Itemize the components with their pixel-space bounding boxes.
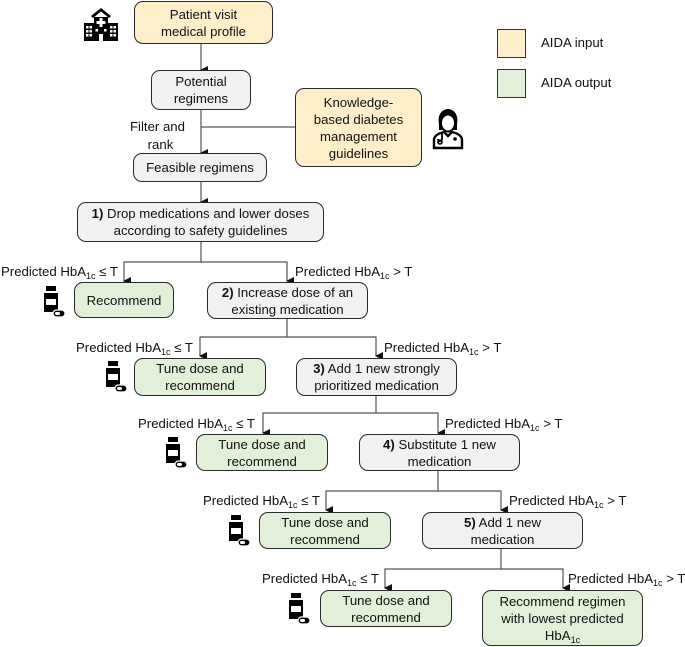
medication-bottle-icon	[166, 437, 187, 469]
medication-bottle-icon	[106, 361, 127, 393]
branch-gt-label-1: Predicted HbA1c > T	[295, 264, 413, 281]
tune-dose-node-3: Tune dose and recommend	[259, 512, 391, 549]
arrow-step3-le	[262, 396, 377, 437]
branch-gt-label-5: Predicted HbA1c > T	[568, 571, 685, 588]
step5-node: 5) Add 1 new medication	[422, 512, 583, 549]
arrow-step2-gt	[287, 336, 383, 360]
doctor-icon	[432, 109, 464, 150]
potential-regimens-node: Potential regimens	[151, 70, 251, 110]
arrow-step5-gt	[501, 568, 570, 592]
branch-gt-label-2: Predicted HbA1c > T	[384, 340, 502, 357]
arrow-step3-gt	[376, 412, 445, 437]
branch-le-label-5: Predicted HbA1c ≤ T	[262, 571, 379, 588]
step4-node: 4) Substitute 1 new medication	[359, 434, 520, 471]
medication-bottle-icon	[44, 286, 65, 318]
final-recommend-node: Recommend regimen with lowest predicted …	[482, 590, 643, 646]
medication-bottle-icon	[229, 515, 250, 547]
hospital-icon	[84, 8, 118, 41]
feasible-regimens-node: Feasible regimens	[133, 153, 267, 182]
medication-bottle-icon	[289, 593, 310, 625]
legend-swatch-output	[497, 69, 526, 98]
branch-gt-label-3: Predicted HbA1c > T	[445, 416, 563, 433]
tune-dose-node-1: Tune dose and recommend	[134, 358, 266, 396]
arrow-step4-gt	[438, 490, 508, 514]
recommend-node: Recommend	[74, 282, 174, 318]
legend-label-output: AIDA output	[541, 75, 612, 90]
tune-dose-node-2: Tune dose and recommend	[196, 434, 328, 471]
branch-le-label-2: Predicted HbA1c ≤ T	[76, 340, 193, 357]
legend-label-input: AIDA input	[541, 35, 604, 50]
branch-le-label-4: Predicted HbA1c ≤ T	[203, 493, 320, 510]
guidelines-node: Knowledge- based diabetes management gui…	[295, 88, 422, 167]
branch-le-label-3: Predicted HbA1c ≤ T	[138, 416, 255, 433]
arrow-step5-le	[384, 549, 502, 592]
arrow-step1-le	[123, 242, 202, 285]
step3-node: 3) Add 1 new strongly prioritized medica…	[296, 358, 457, 396]
arrow-step2-le	[199, 318, 288, 360]
tune-dose-node-4: Tune dose and recommend	[320, 590, 452, 627]
filter-rank-label: Filter and rank	[130, 119, 185, 152]
branch-le-label-1: Predicted HbA1c ≤ T	[1, 264, 118, 281]
arrow-step1-gt	[201, 261, 294, 285]
patient-visit-node: Patient visit medical profile	[134, 1, 273, 44]
legend-swatch-input	[497, 29, 526, 58]
step1-node: 1) Drop medications and lower doses acco…	[77, 202, 324, 242]
step2-node: 2) Increase dose of an existing medicati…	[207, 282, 368, 319]
branch-gt-label-4: Predicted HbA1c > T	[509, 493, 627, 510]
arrow-step4-le	[325, 471, 439, 514]
